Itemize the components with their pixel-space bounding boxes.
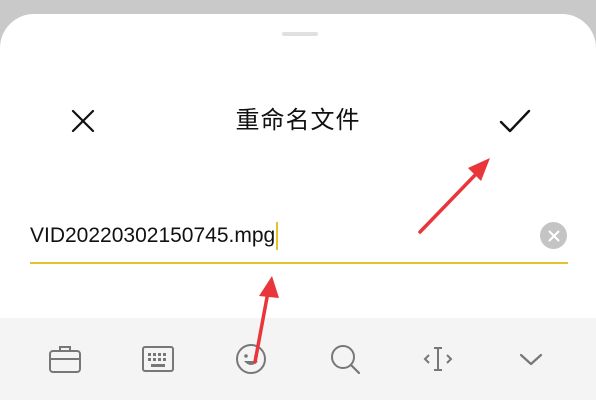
filename-input[interactable]: VID20220302150745.mpg [30,220,530,252]
confirm-button[interactable] [496,104,534,138]
clear-button[interactable] [540,222,567,249]
keyboard-icon [141,346,174,372]
toolbar-keyboard-button[interactable] [134,335,182,383]
filename-text: VID20220302150745.mpg [30,224,276,247]
toolbar-collapse-button[interactable] [507,335,555,383]
chevron-down-icon [520,353,543,366]
keyboard-toolbar [0,318,596,400]
text-cursor-icon [423,347,453,371]
briefcase-icon [48,346,81,373]
drag-handle[interactable] [282,32,318,36]
toolbar-cursor-button[interactable] [414,335,462,383]
toolbar-briefcase-button[interactable] [41,335,89,383]
emoji-icon [236,344,267,374]
checkmark-icon [499,109,531,133]
clear-circle-icon [548,230,559,241]
text-caret [276,222,279,250]
toolbar-search-button[interactable] [321,335,369,383]
filename-field[interactable]: VID20220302150745.mpg [30,210,568,264]
search-icon [330,345,360,375]
toolbar-emoji-button[interactable] [227,335,275,383]
